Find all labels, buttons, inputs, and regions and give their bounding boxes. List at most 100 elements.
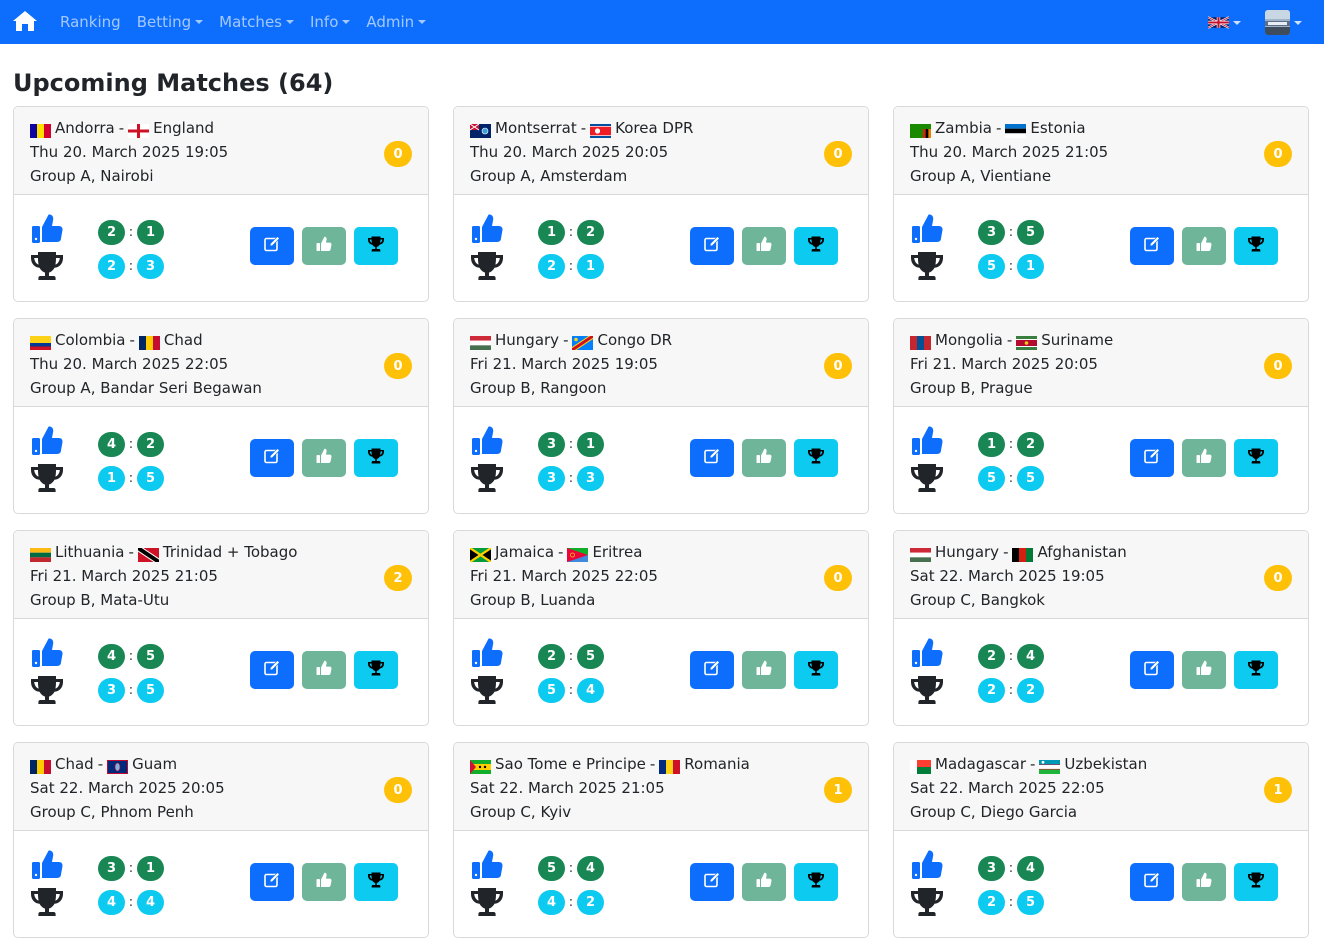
tip-score: 2 : 4 (978, 644, 1044, 669)
result-button[interactable] (794, 863, 838, 901)
home-team: Zambia (935, 119, 992, 137)
language-dropdown[interactable] (1208, 15, 1241, 30)
tips-button[interactable] (302, 439, 346, 477)
match-actions (250, 227, 406, 265)
user-dropdown[interactable] (1241, 10, 1302, 35)
result-home-goals: 4 (98, 890, 125, 915)
tips-button[interactable] (1182, 227, 1226, 265)
match-actions (1130, 227, 1286, 265)
result-button[interactable] (794, 439, 838, 477)
result-score: 3 : 5 (98, 678, 164, 703)
home-icon[interactable] (12, 9, 38, 33)
match-card: Zambia - Estonia Thu 20. March 2025 21:0… (893, 106, 1309, 302)
mongolia-flag-icon (910, 333, 931, 350)
match-group-venue: Group C, Bangkok (910, 591, 1045, 609)
thumbs-up-icon (1195, 871, 1213, 893)
nav-admin[interactable]: Admin (366, 13, 427, 31)
away-team: Korea DPR (615, 119, 694, 137)
edit-bet-button[interactable] (690, 439, 734, 477)
edit-icon (703, 659, 721, 681)
edit-bet-button[interactable] (1130, 227, 1174, 265)
result-score: 4 : 2 (538, 890, 604, 915)
edit-bet-button[interactable] (1130, 863, 1174, 901)
tip-away-goals: 5 (1017, 220, 1044, 245)
match-header: Zambia - Estonia Thu 20. March 2025 21:0… (894, 107, 1308, 195)
edit-bet-button[interactable] (1130, 651, 1174, 689)
points-badge: 0 (824, 141, 852, 167)
tip-away-goals: 4 (1017, 856, 1044, 881)
match-card: Hungary - Congo DR Fri 21. March 2025 19… (453, 318, 869, 514)
tips-button[interactable] (742, 227, 786, 265)
match-grid: Andorra - England Thu 20. March 2025 19:… (13, 106, 1309, 938)
result-button[interactable] (1234, 227, 1278, 265)
thumbs-up-icon (30, 635, 64, 669)
match-date: Thu 20. March 2025 21:05 (910, 143, 1109, 161)
trophy-icon (367, 235, 385, 257)
result-button[interactable] (794, 227, 838, 265)
chevron-down-icon (418, 20, 427, 24)
uzbekistan-flag-icon (1039, 757, 1061, 774)
thumbs-up-icon (1195, 235, 1213, 257)
thumbs-up-icon (755, 871, 773, 893)
tip-home-goals: 3 (98, 856, 125, 881)
tips-button[interactable] (1182, 651, 1226, 689)
tips-button[interactable] (742, 863, 786, 901)
match-actions (250, 439, 406, 477)
edit-bet-button[interactable] (250, 439, 294, 477)
chevron-down-icon (285, 20, 294, 24)
result-button[interactable] (1234, 863, 1278, 901)
trophy-icon (807, 235, 825, 257)
away-team: Trinidad + Tobago (162, 543, 298, 561)
edit-bet-button[interactable] (250, 227, 294, 265)
tips-button[interactable] (742, 439, 786, 477)
team-separator: - (649, 755, 656, 773)
match-group-venue: Group C, Diego Garcia (910, 803, 1078, 821)
tips-button[interactable] (1182, 439, 1226, 477)
edit-bet-button[interactable] (1130, 439, 1174, 477)
match-header: Jamaica - Eritrea Fri 21. March 2025 22:… (454, 531, 868, 619)
tips-button[interactable] (742, 651, 786, 689)
score-colon: : (568, 683, 574, 698)
thumbs-up-icon (910, 847, 944, 881)
result-button[interactable] (354, 863, 398, 901)
edit-bet-button[interactable] (690, 227, 734, 265)
tip-home-goals: 2 (538, 644, 565, 669)
nav-label: Matches (219, 13, 282, 31)
match-date: Sat 22. March 2025 20:05 (30, 779, 225, 797)
nav-betting[interactable]: Betting (137, 13, 204, 31)
edit-bet-button[interactable] (690, 651, 734, 689)
edit-bet-button[interactable] (250, 651, 294, 689)
result-button[interactable] (1234, 651, 1278, 689)
result-button[interactable] (354, 439, 398, 477)
tip-score: 2 : 5 (538, 644, 604, 669)
tip-away-goals: 1 (137, 856, 164, 881)
match-actions (1130, 439, 1286, 477)
team-separator: - (128, 543, 134, 561)
nav-ranking[interactable]: Ranking (60, 13, 121, 31)
eritrea-flag-icon (567, 545, 589, 562)
result-button[interactable] (794, 651, 838, 689)
nav-links: Ranking Betting Matches Info Admin (60, 0, 442, 44)
tips-button[interactable] (1182, 863, 1226, 901)
result-away-goals: 4 (577, 678, 604, 703)
tips-button[interactable] (302, 651, 346, 689)
team-separator: - (563, 331, 569, 349)
edit-bet-button[interactable] (690, 863, 734, 901)
result-button[interactable] (354, 651, 398, 689)
tip-away-goals: 2 (1017, 432, 1044, 457)
nav-matches[interactable]: Matches (219, 13, 294, 31)
result-score: 2 : 5 (978, 890, 1044, 915)
tips-button[interactable] (302, 863, 346, 901)
edit-bet-button[interactable] (250, 863, 294, 901)
korea-dpr-flag-icon (590, 121, 612, 138)
thumbs-up-icon (315, 871, 333, 893)
tip-home-goals: 2 (98, 220, 125, 245)
tip-home-goals: 1 (978, 432, 1005, 457)
match-date: Fri 21. March 2025 20:05 (910, 355, 1098, 373)
result-away-goals: 4 (137, 890, 164, 915)
tips-button[interactable] (302, 227, 346, 265)
nav-info[interactable]: Info (310, 13, 351, 31)
result-button[interactable] (354, 227, 398, 265)
result-button[interactable] (1234, 439, 1278, 477)
trophy-icon (30, 249, 64, 283)
